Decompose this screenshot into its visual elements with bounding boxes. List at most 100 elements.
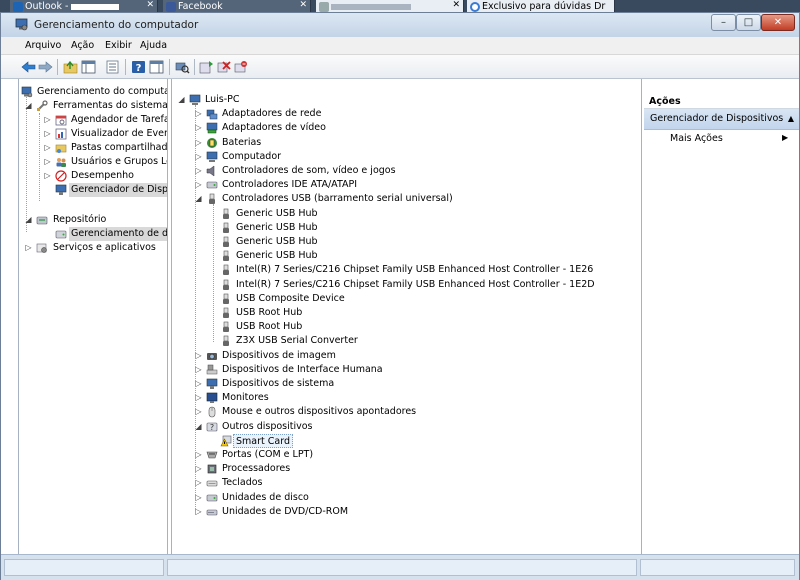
task-scheduler-icon [55, 115, 67, 126]
title-bar: Gerenciamento do computador – □ ✕ [1, 13, 799, 37]
usb-icon [223, 250, 229, 261]
disable-device-icon[interactable] [216, 60, 231, 74]
browser-tab-label: Facebook [178, 1, 223, 12]
ide-controller-icon [206, 181, 218, 189]
expand-icon[interactable]: ▷ [43, 113, 52, 127]
tree-label: Unidades de disco [222, 492, 309, 503]
usb-icon [223, 236, 229, 247]
status-cell [167, 559, 637, 576]
imaging-device-icon [207, 353, 217, 360]
scan-hardware-icon[interactable] [175, 60, 190, 74]
monitor-icon [206, 392, 218, 403]
event-viewer-icon [55, 128, 67, 140]
content-area: Gerenciamento do computado ◢ Ferramentas… [1, 79, 799, 554]
toolbar-separator [125, 59, 126, 75]
collapse-arrow-icon[interactable]: ▲ [788, 114, 794, 123]
up-folder-icon[interactable] [63, 60, 78, 74]
update-driver-icon[interactable] [199, 60, 214, 74]
tree-label: Controladores de som, vídeo e jogos [222, 165, 396, 176]
menu-ajuda[interactable]: Ajuda [140, 40, 167, 51]
mouse-icon [208, 406, 216, 418]
usb-icon [223, 222, 229, 233]
tree-label: USB Root Hub [236, 307, 303, 318]
tree-label: USB Composite Device [236, 293, 345, 304]
tree-label: Smart Card [233, 434, 293, 448]
tree-connector [195, 105, 196, 512]
tree-label: Pastas compartilhadas [71, 142, 168, 153]
facebook-icon [166, 2, 176, 12]
show-hide-tree-icon[interactable] [81, 60, 96, 74]
services-icon [36, 243, 47, 253]
expand-icon[interactable]: ▷ [43, 127, 52, 141]
tree-connector [213, 204, 214, 342]
tree-label: Visualizador de Eventos [71, 128, 167, 139]
forward-arrow-icon[interactable] [38, 60, 53, 74]
computer-icon [206, 151, 218, 162]
svg-text:?: ? [210, 423, 214, 432]
close-icon[interactable]: ✕ [452, 0, 460, 10]
back-arrow-icon[interactable] [21, 60, 36, 74]
battery-icon [207, 138, 217, 148]
close-icon[interactable]: ✕ [299, 0, 307, 10]
shared-folder-icon [55, 144, 67, 153]
processor-icon [207, 464, 217, 474]
other-device-icon: ? [206, 422, 218, 432]
expand-icon[interactable]: ▷ [43, 155, 52, 169]
tree-label: Gerenciamento do computado [37, 86, 168, 97]
computer-management-icon [15, 18, 28, 31]
tree-label: Portas (COM e LPT) [222, 449, 314, 460]
usb-icon [223, 335, 229, 346]
tree-label: Baterias [222, 137, 262, 148]
status-cell [640, 559, 795, 576]
close-button[interactable]: ✕ [761, 14, 795, 31]
menu-bar: Arquivo Ação Exibir Ajuda [1, 37, 799, 55]
menu-arquivo[interactable]: Arquivo [25, 40, 61, 51]
tree-label: Adaptadores de rede [222, 108, 322, 119]
expand-icon[interactable]: ▷ [43, 141, 52, 155]
uninstall-device-icon[interactable] [233, 60, 248, 74]
tree-label: Desempenho [71, 170, 134, 181]
expand-icon[interactable]: ▷ [43, 169, 52, 183]
tree-label: Serviços e aplicativos [53, 242, 156, 253]
tree-label: Dispositivos de Interface Humana [222, 364, 383, 375]
tree-label: Generic USB Hub [236, 208, 318, 219]
actions-pane: Ações Gerenciador de Dispositivos ▲ Mais… [644, 79, 799, 554]
tree-connector [26, 95, 27, 232]
tree-label: Ferramentas do sistema [53, 100, 168, 111]
menu-exibir[interactable]: Exibir [105, 40, 132, 51]
dvd-drive-icon [206, 509, 218, 516]
collapse-icon[interactable]: ◢ [177, 93, 186, 107]
more-actions-link[interactable]: Mais Ações [670, 133, 723, 144]
menu-acao[interactable]: Ação [71, 40, 94, 51]
tree-label: Intel(R) 7 Series/C216 Chipset Family US… [236, 279, 595, 290]
show-hide-action-pane-icon[interactable] [149, 60, 164, 74]
maximize-button[interactable]: □ [736, 14, 761, 31]
storage-icon [36, 216, 48, 225]
collapse-icon[interactable]: ◢ [24, 99, 33, 113]
collapse-icon[interactable]: ◢ [24, 213, 33, 227]
loading-icon [470, 2, 480, 12]
tree-connector [39, 113, 40, 201]
minimize-button[interactable]: – [711, 14, 736, 31]
expand-icon[interactable]: ▷ [24, 241, 33, 255]
tree-label: Agendador de Tarefas [71, 114, 168, 125]
tree-label: Dispositivos de imagem [222, 350, 336, 361]
tree-label: Gerenciador de Disposit [69, 183, 167, 197]
outlook-icon [13, 2, 23, 12]
toolbar-separator [194, 59, 195, 75]
close-icon[interactable]: ✕ [146, 0, 154, 10]
usb-icon [223, 293, 229, 304]
usb-icon [223, 279, 229, 290]
usb-icon [223, 264, 229, 275]
tree-label: Generic USB Hub [236, 222, 318, 233]
actions-section-device-manager[interactable]: Gerenciador de Dispositivos ▲ [644, 109, 799, 130]
port-icon [206, 451, 218, 459]
help-icon[interactable]: ? [131, 60, 146, 74]
disk-drive-icon [206, 494, 218, 502]
svg-text:?: ? [136, 63, 142, 74]
window-title: Gerenciamento do computador [34, 19, 199, 31]
export-list-icon[interactable] [105, 60, 120, 74]
status-bar [1, 554, 799, 580]
tree-label: Controladores USB (barramento serial uni… [222, 193, 453, 204]
usb-icon [223, 307, 229, 318]
